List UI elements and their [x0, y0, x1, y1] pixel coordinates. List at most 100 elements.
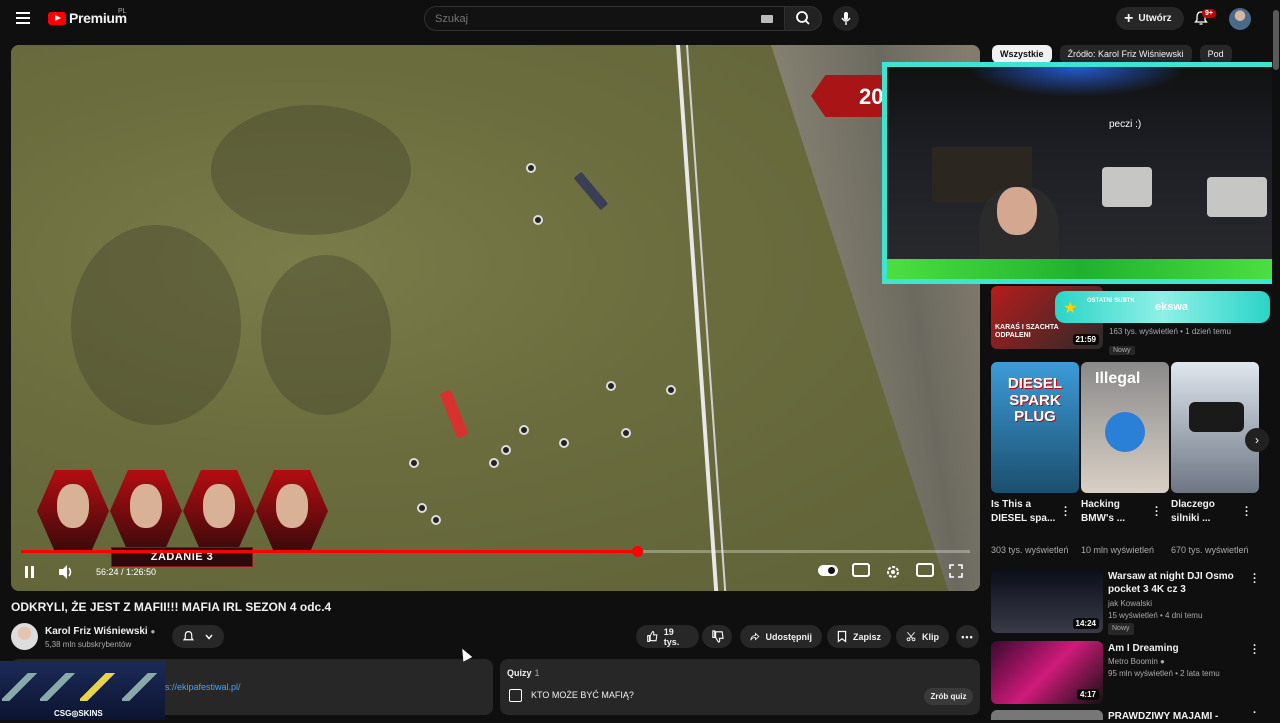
bookmark-icon: [837, 630, 847, 643]
subscribed-notifications-button[interactable]: [172, 625, 224, 648]
quiz-question: KTO MOŻE BYĆ MAFIĄ?: [531, 690, 634, 700]
take-quiz-button[interactable]: Zrób quiz: [924, 688, 973, 705]
settings-gear-icon[interactable]: [884, 563, 902, 581]
short-thumbnail-text: DIESEL SPARK PLUG: [1007, 375, 1063, 425]
chevron-down-icon: [205, 634, 213, 640]
more-options-icon[interactable]: ·: [1253, 707, 1257, 718]
share-icon: [750, 632, 760, 641]
contestant-face: [110, 470, 182, 552]
progress-bar[interactable]: [21, 546, 970, 557]
more-options-icon[interactable]: · · ·: [1245, 503, 1249, 522]
search-box: [424, 6, 786, 31]
description-link[interactable]: ps://ekipafestiwal.pl/: [160, 682, 241, 692]
share-button[interactable]: Udostępnij: [740, 625, 822, 648]
channel-name[interactable]: Karol Friz Wiśniewski ●: [45, 626, 155, 637]
related-video-channel[interactable]: Metro Boomin ●: [1108, 656, 1220, 668]
short-thumbnail-text: Illegal: [1095, 370, 1141, 387]
save-label: Zapisz: [852, 631, 881, 642]
contestants-overlay: [37, 470, 329, 552]
fullscreen-icon[interactable]: [948, 563, 964, 579]
short-thumbnail[interactable]: DIESEL SPARK PLUG: [991, 362, 1079, 493]
short-views: 303 tys. wyświetleń: [991, 545, 1069, 555]
autoplay-toggle[interactable]: [818, 565, 838, 576]
clip-button[interactable]: Klip: [896, 625, 949, 648]
like-button[interactable]: 19 tys.: [636, 625, 699, 648]
sub-badge-name: ekswa: [1155, 301, 1189, 313]
chip-all[interactable]: Wszystkie: [992, 45, 1052, 63]
search-icon: [796, 11, 810, 25]
related-video-thumbnail[interactable]: 14:24: [991, 570, 1103, 633]
video-duration: 4:17: [1076, 689, 1099, 700]
miniplayer-icon[interactable]: [916, 563, 934, 577]
chip-source[interactable]: Źródło: Karol Friz Wiśniewski: [1059, 45, 1192, 63]
more-options-icon[interactable]: · · ·: [1253, 570, 1257, 589]
account-avatar[interactable]: [1229, 8, 1251, 30]
scrollbar-thumb[interactable]: [1273, 10, 1279, 70]
short-title[interactable]: Hacking BMW's ...: [1081, 498, 1151, 525]
hamburger-menu-icon[interactable]: [16, 12, 30, 24]
verified-icon: ●: [1160, 657, 1165, 666]
more-actions-button[interactable]: •••: [956, 625, 979, 648]
create-button[interactable]: + Utwórz: [1116, 7, 1184, 30]
related-video-thumbnail[interactable]: [991, 710, 1103, 720]
pause-button[interactable]: [25, 563, 39, 581]
new-badge: Nowy: [1108, 623, 1134, 636]
sponsor-overlay: CSG◎SKINS: [0, 661, 165, 720]
sponsor-logo-text: CSG◎SKINS: [54, 709, 103, 718]
voice-search-button[interactable]: [833, 6, 859, 31]
short-title[interactable]: Dlaczego silniki ...: [1171, 498, 1241, 525]
quiz-count: 1: [534, 668, 540, 678]
related-video-title[interactable]: Warsaw at night DJI Osmo pocket 3 4K cz …: [1108, 570, 1240, 596]
contestant-face: [37, 470, 109, 552]
youtube-play-icon: [48, 11, 66, 25]
player-controls-right: [818, 563, 964, 581]
thumbnail-text: KARAŚ I SZACHTA ODPALENI: [995, 324, 1059, 339]
subscriber-count: 5,38 mln subskrybentów: [45, 640, 132, 649]
related-video-thumbnail[interactable]: 4:17: [991, 641, 1103, 704]
keyboard-icon[interactable]: [761, 15, 773, 23]
related-video-channel[interactable]: jak Kowalski: [1108, 598, 1202, 610]
youtube-premium-logo[interactable]: Premium PL: [48, 8, 127, 26]
clip-label: Klip: [922, 631, 939, 642]
checkbox-icon: [509, 689, 522, 702]
sub-badge-label: OSTATNI SUBTK: [1087, 298, 1135, 304]
verified-icon: ●: [150, 627, 156, 636]
volume-icon: [59, 565, 72, 579]
related-video-title[interactable]: Am I Dreaming: [1108, 642, 1240, 655]
short-thumbnail[interactable]: Illegal: [1081, 362, 1169, 493]
video-player[interactable]: 20: ZADANIE 3 56:24 / 1:26:50: [11, 45, 980, 591]
video-duration: 21:59: [1072, 334, 1099, 345]
create-label: Utwórz: [1138, 13, 1172, 24]
subtitles-icon[interactable]: [852, 563, 870, 577]
page-scrollbar[interactable]: [1272, 0, 1280, 720]
short-title[interactable]: Is This a DIESEL spa...: [991, 498, 1061, 525]
streamer-webcam-overlay: peczi :): [882, 62, 1280, 284]
like-count: 19 tys.: [663, 626, 680, 647]
search-button[interactable]: [784, 6, 822, 31]
search-input[interactable]: [425, 7, 745, 30]
more-options-icon[interactable]: · · ·: [1253, 641, 1257, 660]
chip-related[interactable]: Pod: [1199, 45, 1232, 63]
channel-avatar[interactable]: [11, 623, 38, 650]
volume-button[interactable]: [57, 563, 75, 581]
related-video-meta: 15 wyświetleń • 4 dni temu: [1108, 610, 1203, 620]
microphone-icon: [841, 12, 851, 25]
short-thumbnail[interactable]: [1171, 362, 1259, 493]
dislike-button[interactable]: [702, 625, 732, 648]
more-options-icon[interactable]: · · ·: [1155, 503, 1159, 522]
shorts-next-button[interactable]: ›: [1245, 428, 1269, 452]
pause-icon: [25, 566, 28, 578]
short-views: 670 tys. wyświetleń: [1171, 545, 1249, 555]
logo-country: PL: [118, 8, 127, 15]
more-options-icon[interactable]: · · ·: [1064, 503, 1068, 522]
more-horizontal-icon: •••: [961, 631, 974, 642]
short-views: 10 mln wyświetleń: [1081, 545, 1155, 555]
time-display: 56:24 / 1:26:50: [96, 567, 157, 577]
video-title: ODKRYLI, ŻE JEST Z MAFII!!! MAFIA IRL SE…: [11, 600, 332, 614]
related-filter-chips: Wszystkie Źródło: Karol Friz Wiśniewski …: [992, 45, 1232, 63]
related-video-title[interactable]: PRAWDZIWY MAJAMI -: [1108, 710, 1240, 723]
video-meta: 163 tys. wyświetleń • 1 dzień temu: [1109, 327, 1231, 336]
new-badge: Nowy: [1109, 346, 1135, 355]
last-sub-overlay: ★ OSTATNI SUBTK ekswa: [1055, 291, 1270, 323]
save-button[interactable]: Zapisz: [827, 625, 891, 648]
